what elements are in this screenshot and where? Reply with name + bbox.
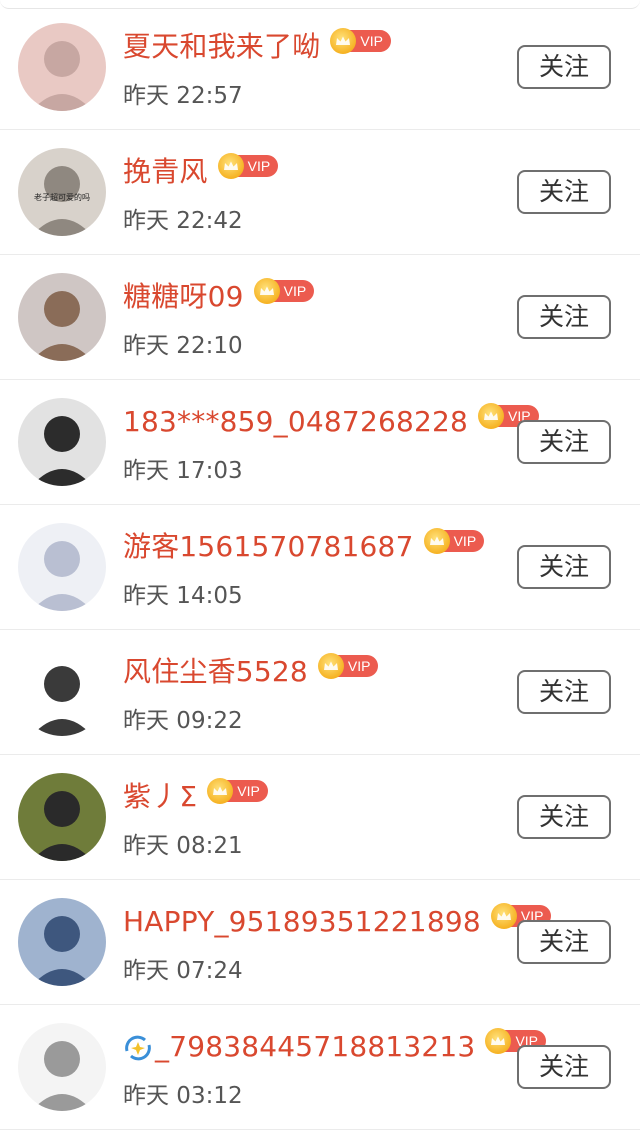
- crown-icon: [253, 278, 280, 304]
- vip-label: VIP: [237, 155, 279, 177]
- follow-button[interactable]: 关注: [517, 1045, 611, 1089]
- user-name[interactable]: 183***859_0487268228: [123, 402, 468, 442]
- avatar-girl-pink-hair[interactable]: [18, 23, 106, 111]
- follow-time: 昨天 22:10: [123, 333, 243, 359]
- sparkle-swirl-icon: [123, 1033, 153, 1063]
- user-name[interactable]: HAPPY_95189351221898: [123, 902, 481, 942]
- follow-button[interactable]: 关注: [517, 420, 611, 464]
- name-line: 糖糖呀09 VIP: [123, 277, 315, 317]
- avatar-girl-glasses[interactable]: [18, 773, 106, 861]
- name-line: 游客1561570781687 VIP: [123, 527, 485, 567]
- name-line: 183***859_0487268228 VIP: [123, 402, 539, 442]
- follow-time: 昨天 08:21: [123, 833, 243, 859]
- list-item[interactable]: 老子超可爱的吗 挽青风 VIP 昨天 22:42 关注: [0, 130, 640, 255]
- list-item[interactable]: HAPPY_95189351221898 VIP 昨天 07:24 关注: [0, 880, 640, 1005]
- follow-button[interactable]: 关注: [517, 795, 611, 839]
- follow-button[interactable]: 关注: [517, 920, 611, 964]
- vip-badge: VIP: [253, 278, 315, 304]
- avatar-image: [18, 273, 106, 361]
- avatar-image: [18, 398, 106, 486]
- avatar-caption: 老子超可爱的吗: [34, 192, 90, 202]
- avatar-image: 老子超可爱的吗: [18, 148, 106, 236]
- crown-icon: [217, 153, 244, 179]
- avatar-image: [18, 23, 106, 111]
- name-line: 夏天和我来了呦 VIP: [123, 27, 391, 67]
- vip-badge: VIP: [330, 28, 391, 54]
- user-name[interactable]: 紫丿Σ: [123, 777, 197, 817]
- avatar-sketch-person[interactable]: [18, 1023, 106, 1111]
- crown-icon: [490, 903, 517, 929]
- vip-label: VIP: [337, 655, 379, 677]
- avatar-anime-girl-flowers[interactable]: [18, 523, 106, 611]
- vip-label: VIP: [227, 780, 268, 802]
- user-name[interactable]: 夏天和我来了呦: [123, 27, 320, 67]
- avatar-image: [18, 648, 106, 736]
- vip-badge: VIP: [207, 778, 268, 804]
- follow-time: 昨天 14:05: [123, 583, 243, 609]
- follow-button[interactable]: 关注: [517, 545, 611, 589]
- follow-button[interactable]: 关注: [517, 45, 611, 89]
- vip-badge: VIP: [217, 153, 279, 179]
- list-item[interactable]: 风住尘香5528 VIP 昨天 09:22 关注: [0, 630, 640, 755]
- vip-label: VIP: [273, 280, 315, 302]
- list-item[interactable]: _79838445718813213 VIP 昨天 03:12 关注: [0, 1005, 640, 1130]
- vip-badge: VIP: [317, 653, 379, 679]
- user-name[interactable]: 糖糖呀09: [123, 277, 244, 317]
- crown-icon: [423, 528, 450, 554]
- avatar-image: [18, 523, 106, 611]
- vip-label: VIP: [443, 530, 485, 552]
- name-line: 紫丿Σ VIP: [123, 777, 268, 817]
- follow-button[interactable]: 关注: [517, 670, 611, 714]
- avatar-teddy-bear[interactable]: [18, 273, 106, 361]
- crown-icon: [478, 403, 505, 429]
- avatar-image: [18, 773, 106, 861]
- follow-time: 昨天 22:57: [123, 83, 243, 109]
- user-name[interactable]: 游客1561570781687: [123, 527, 414, 567]
- name-line: HAPPY_95189351221898 VIP: [123, 902, 552, 942]
- follow-button[interactable]: 关注: [517, 170, 611, 214]
- avatar-cartoon-couple[interactable]: [18, 648, 106, 736]
- list-item[interactable]: 糖糖呀09 VIP 昨天 22:10 关注: [0, 255, 640, 380]
- name-line: 挽青风 VIP: [123, 152, 279, 192]
- vip-label: VIP: [350, 30, 391, 52]
- follower-list: 夏天和我来了呦 VIP 昨天 22:57 关注 老子超可爱的吗 挽青风 VIP …: [0, 5, 640, 1130]
- list-item[interactable]: 紫丿Σ VIP 昨天 08:21 关注: [0, 755, 640, 880]
- vip-badge: VIP: [423, 528, 485, 554]
- avatar-night-sky-figure[interactable]: [18, 898, 106, 986]
- follow-button[interactable]: 关注: [517, 295, 611, 339]
- name-line: _79838445718813213 VIP: [123, 1027, 547, 1067]
- avatar-boy-silver-hair[interactable]: [18, 398, 106, 486]
- list-item[interactable]: 游客1561570781687 VIP 昨天 14:05 关注: [0, 505, 640, 630]
- list-item[interactable]: 夏天和我来了呦 VIP 昨天 22:57 关注: [0, 5, 640, 130]
- name-line: 风住尘香5528 VIP: [123, 652, 379, 692]
- avatar-image: [18, 898, 106, 986]
- list-item[interactable]: 183***859_0487268228 VIP 昨天 17:03 关注: [0, 380, 640, 505]
- avatar-image: [18, 1023, 106, 1111]
- user-name[interactable]: _79838445718813213: [155, 1027, 475, 1067]
- follow-time: 昨天 09:22: [123, 708, 243, 734]
- user-name[interactable]: 风住尘香5528: [123, 652, 308, 692]
- follow-time: 昨天 17:03: [123, 458, 243, 484]
- follow-time: 昨天 07:24: [123, 958, 243, 984]
- follow-time: 昨天 22:42: [123, 208, 243, 234]
- follow-time: 昨天 03:12: [123, 1083, 243, 1109]
- user-name[interactable]: 挽青风: [123, 152, 208, 192]
- avatar-cat[interactable]: 老子超可爱的吗: [18, 148, 106, 236]
- crown-icon: [317, 653, 344, 679]
